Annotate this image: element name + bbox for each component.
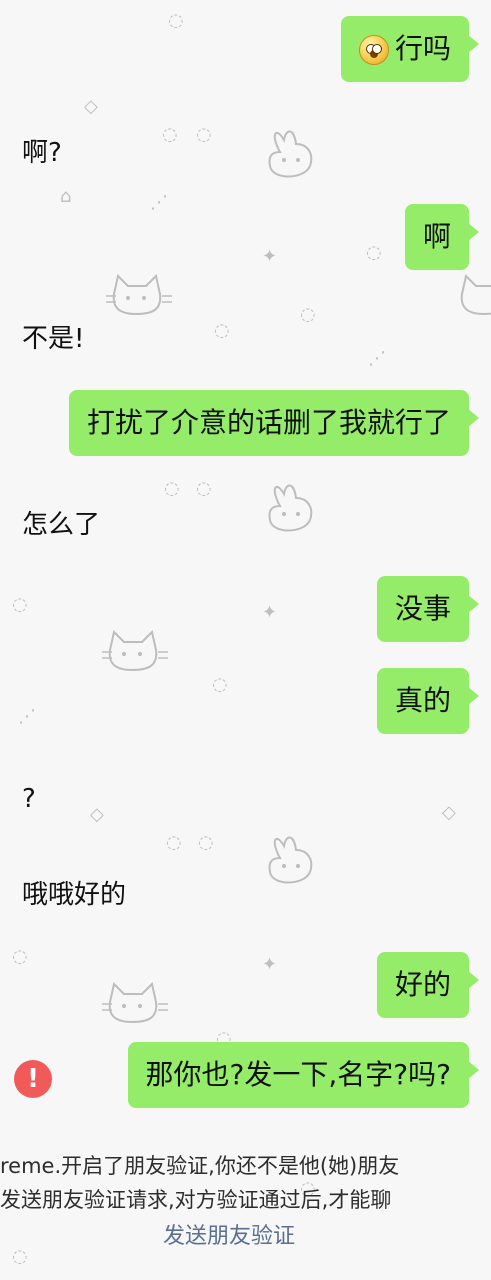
flushed-face-emoji-icon <box>358 35 389 65</box>
friend-verification-notice-line-2: 发送朋友验证请求,对方验证通过后,才能聊 <box>0 1188 392 1212</box>
background-doodle: ◌ <box>214 320 230 341</box>
background-doodle: ◇ <box>442 802 456 823</box>
background-doodle: ◌ <box>212 674 228 695</box>
message-bubble-sent[interactable]: 行吗 <box>340 16 480 82</box>
message-bubble-sent[interactable]: 没事 <box>376 576 480 642</box>
send-failed-icon[interactable]: ! <box>14 1060 52 1098</box>
cat-doodle-icon <box>102 982 168 1024</box>
background-doodle: ⋰ <box>150 192 168 213</box>
message-bubble-sent[interactable]: 啊 <box>404 204 480 270</box>
background-doodle: ◌ <box>196 124 212 145</box>
background-doodle: ◌ <box>300 304 316 325</box>
message-text: 行吗 <box>394 32 451 65</box>
chat-area[interactable]: ◌ ◇ ◌ ◌ ⌂ ⋰ ✦ ◌ ◌ ◌ ⋰ ◌ ◌ ◌ ✦ ◌ ⋰ ◇ ◌ ◌ … <box>0 0 491 1280</box>
message-bubble-sent[interactable]: 好的 <box>376 952 480 1018</box>
background-doodle: ◇ <box>84 96 98 117</box>
cat-doodle-icon <box>460 274 491 316</box>
bunny-doodle-icon <box>268 130 313 178</box>
background-doodle: ◌ <box>168 10 184 31</box>
message-received[interactable]: ? <box>22 784 36 814</box>
background-doodle: ◌ <box>366 242 382 263</box>
background-doodle: ◌ <box>198 832 214 853</box>
background-doodle: ⋰ <box>18 706 36 727</box>
bunny-doodle-icon <box>268 836 313 884</box>
background-doodle: ⌂ <box>60 186 72 207</box>
friend-verification-notice-line-1: reme.开启了朋友验证,你还不是他(她)朋友 <box>0 1154 400 1178</box>
background-doodle: ◌ <box>12 1246 28 1267</box>
background-doodle: ◇ <box>90 804 104 825</box>
background-doodle: ✦ <box>262 602 278 623</box>
background-doodle: ◌ <box>164 478 180 499</box>
message-bubble-sent[interactable]: 那你也?发一下,名字?吗? <box>127 1042 479 1108</box>
send-friend-verification-link[interactable]: 发送朋友验证 <box>163 1218 295 1250</box>
background-doodle: ◌ <box>196 478 212 499</box>
background-doodle: ◌ <box>12 946 28 967</box>
background-doodle: ✦ <box>262 954 278 975</box>
message-received[interactable]: 怎么了 <box>22 504 100 541</box>
message-bubble-sent[interactable]: 打扰了介意的话删了我就行了 <box>68 390 480 456</box>
message-received[interactable]: 不是! <box>22 318 84 355</box>
message-received[interactable]: 啊? <box>22 132 62 169</box>
background-doodle: ◌ <box>166 832 182 853</box>
background-doodle: ◌ <box>12 594 28 615</box>
cat-doodle-icon <box>102 630 168 672</box>
background-doodle: ✦ <box>262 246 278 267</box>
background-doodle: ⋰ <box>368 348 386 369</box>
message-bubble-sent[interactable]: 真的 <box>376 668 480 734</box>
background-doodle: ◌ <box>162 124 178 145</box>
cat-doodle-icon <box>106 274 172 316</box>
bunny-doodle-icon <box>268 484 313 532</box>
message-received[interactable]: 哦哦好的 <box>22 874 126 911</box>
